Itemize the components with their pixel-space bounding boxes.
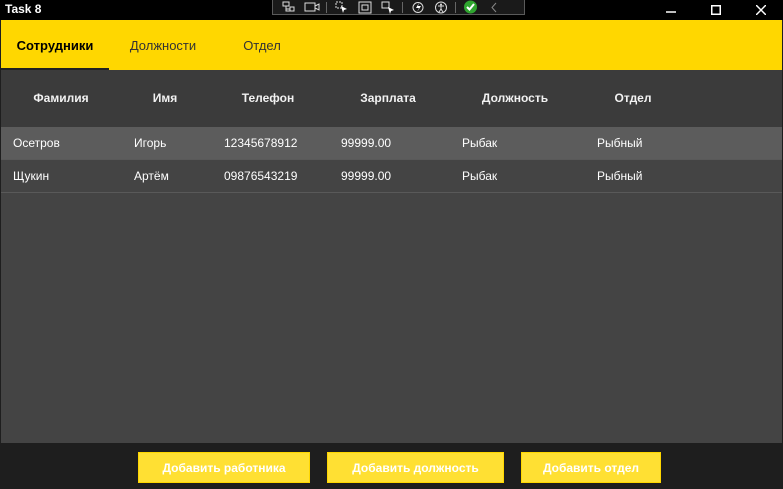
display-layout-adorners-icon[interactable] (355, 1, 374, 14)
cell-phone: 09876543219 (224, 169, 298, 183)
collapse-toolbar-icon[interactable] (484, 1, 503, 14)
select-element-icon[interactable] (332, 1, 351, 14)
debug-toolbar (272, 0, 525, 15)
toolbar-separator (326, 1, 327, 13)
maximize-icon[interactable] (693, 0, 738, 20)
column-header-surname[interactable]: Фамилия (21, 70, 101, 127)
live-visual-tree-icon[interactable] (279, 1, 298, 14)
column-header-department[interactable]: Отдел (601, 70, 665, 127)
window-controls (648, 0, 783, 20)
add-employee-button[interactable]: Добавить работника (138, 452, 310, 483)
toolbar-separator (402, 1, 403, 13)
footer-bar: Добавить работника Добавить должность До… (1, 443, 782, 489)
toolbar-separator (455, 1, 456, 13)
minimize-icon[interactable] (648, 0, 693, 20)
cell-department: Рыбный (597, 136, 643, 150)
table-header: Фамилия Имя Телефон Зарплата Должность О… (1, 70, 782, 127)
column-header-position[interactable]: Должность (471, 70, 559, 127)
add-department-button[interactable]: Добавить отдел (521, 452, 661, 483)
cell-surname: Осетров (13, 136, 60, 150)
cell-name: Игорь (134, 136, 167, 150)
accessibility-icon[interactable] (431, 1, 450, 14)
tab-employees[interactable]: Сотрудники (1, 20, 109, 70)
record-icon[interactable] (302, 1, 321, 14)
employees-table: Фамилия Имя Телефон Зарплата Должность О… (1, 70, 782, 443)
column-header-phone[interactable]: Телефон (233, 70, 303, 127)
cell-phone: 12345678912 (224, 136, 298, 150)
tab-bar: Сотрудники Должности Отдел (1, 20, 782, 70)
window-title: Task 8 (5, 2, 42, 16)
cell-surname: Щукин (13, 169, 50, 183)
add-position-button[interactable]: Добавить должность (327, 452, 504, 483)
cell-position: Рыбак (462, 169, 498, 183)
binding-ok-icon[interactable] (461, 0, 480, 14)
tab-label: Сотрудники (16, 37, 94, 53)
close-icon[interactable] (738, 0, 783, 20)
column-header-salary[interactable]: Зарплата (351, 70, 425, 127)
cell-department: Рыбный (597, 169, 643, 183)
hot-reload-icon[interactable] (408, 1, 427, 14)
cell-position: Рыбак (462, 136, 498, 150)
table-row[interactable]: Осетров Игорь 12345678912 99999.00 Рыбак… (1, 127, 782, 160)
cell-salary: 99999.00 (341, 169, 392, 183)
cell-salary: 99999.00 (341, 136, 392, 150)
tab-department[interactable]: Отдел (217, 20, 307, 70)
tab-positions[interactable]: Должности (109, 20, 217, 70)
tab-label: Должности (129, 37, 197, 53)
tab-label: Отдел (243, 37, 281, 53)
cell-name: Артём (134, 169, 169, 183)
column-header-name[interactable]: Имя (135, 70, 195, 127)
track-focus-icon[interactable] (378, 1, 397, 14)
title-bar: Task 8 (0, 0, 783, 20)
table-row[interactable]: Щукин Артём 09876543219 99999.00 Рыбак Р… (1, 160, 782, 193)
